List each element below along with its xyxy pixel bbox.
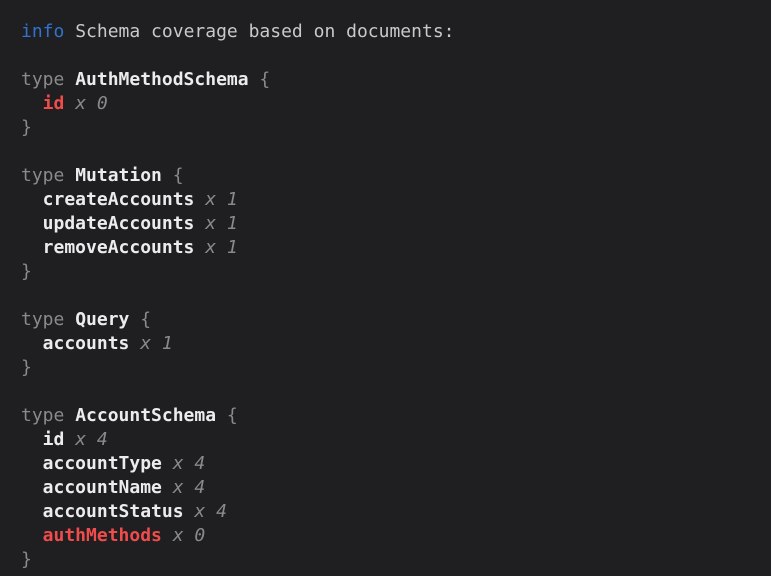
field-count: x 4 [184, 501, 227, 522]
field-name: accountName [21, 477, 162, 498]
field-count: x 1 [194, 189, 237, 210]
terminal-line: accountStatus x 4 [21, 500, 761, 524]
close-brace: } [21, 357, 32, 378]
terminal-output: info Schema coverage based on documents:… [0, 0, 771, 576]
field-name: accountStatus [21, 501, 184, 522]
terminal-line: accounts x 1 [21, 332, 761, 356]
terminal-line: type AuthMethodSchema { [21, 68, 761, 92]
field-name: accountType [21, 453, 162, 474]
open-brace: { [216, 405, 238, 426]
terminal-line: createAccounts x 1 [21, 188, 761, 212]
field-count: x 1 [194, 237, 237, 258]
terminal-blank-line [21, 284, 761, 308]
field-count: x 4 [162, 453, 205, 474]
type-name: Query [75, 309, 129, 330]
terminal-line: } [21, 260, 761, 284]
field-name: authMethods [21, 525, 162, 546]
terminal-line: type Mutation { [21, 164, 761, 188]
field-count: x 4 [162, 477, 205, 498]
terminal-line: } [21, 548, 761, 572]
terminal-line: accountType x 4 [21, 452, 761, 476]
terminal-line: id x 4 [21, 428, 761, 452]
field-name: createAccounts [21, 189, 194, 210]
field-name: id [21, 93, 64, 114]
terminal-line: type AccountSchema { [21, 404, 761, 428]
type-name: AuthMethodSchema [75, 69, 248, 90]
field-name: updateAccounts [21, 213, 194, 234]
terminal-line: id x 0 [21, 92, 761, 116]
terminal-blank-line [21, 44, 761, 68]
terminal-line: updateAccounts x 1 [21, 212, 761, 236]
field-count: x 4 [64, 429, 107, 450]
type-keyword: type [21, 69, 75, 90]
type-name: Mutation [75, 165, 162, 186]
field-count: x 1 [194, 213, 237, 234]
terminal-blank-line [21, 140, 761, 164]
terminal-background: { "terminal": { "log_level": "info", "me… [0, 0, 771, 576]
field-count: x 1 [129, 333, 172, 354]
close-brace: } [21, 549, 32, 570]
open-brace: { [249, 69, 271, 90]
terminal-line: type Query { [21, 308, 761, 332]
type-name: AccountSchema [75, 405, 216, 426]
terminal-blank-line [21, 380, 761, 404]
terminal-line: } [21, 356, 761, 380]
close-brace: } [21, 261, 32, 282]
terminal-line: } [21, 116, 761, 140]
field-name: accounts [21, 333, 129, 354]
terminal-line: accountName x 4 [21, 476, 761, 500]
terminal-line: info Schema coverage based on documents: [21, 20, 761, 44]
terminal-line: removeAccounts x 1 [21, 236, 761, 260]
close-brace: } [21, 117, 32, 138]
field-count: x 0 [64, 93, 107, 114]
type-keyword: type [21, 309, 75, 330]
type-keyword: type [21, 165, 75, 186]
log-message: Schema coverage based on documents: [64, 21, 454, 42]
type-keyword: type [21, 405, 75, 426]
terminal-line: authMethods x 0 [21, 524, 761, 548]
open-brace: { [162, 165, 184, 186]
field-name: id [21, 429, 64, 450]
open-brace: { [129, 309, 151, 330]
field-name: removeAccounts [21, 237, 194, 258]
field-count: x 0 [162, 525, 205, 546]
log-level-label: info [21, 21, 64, 42]
